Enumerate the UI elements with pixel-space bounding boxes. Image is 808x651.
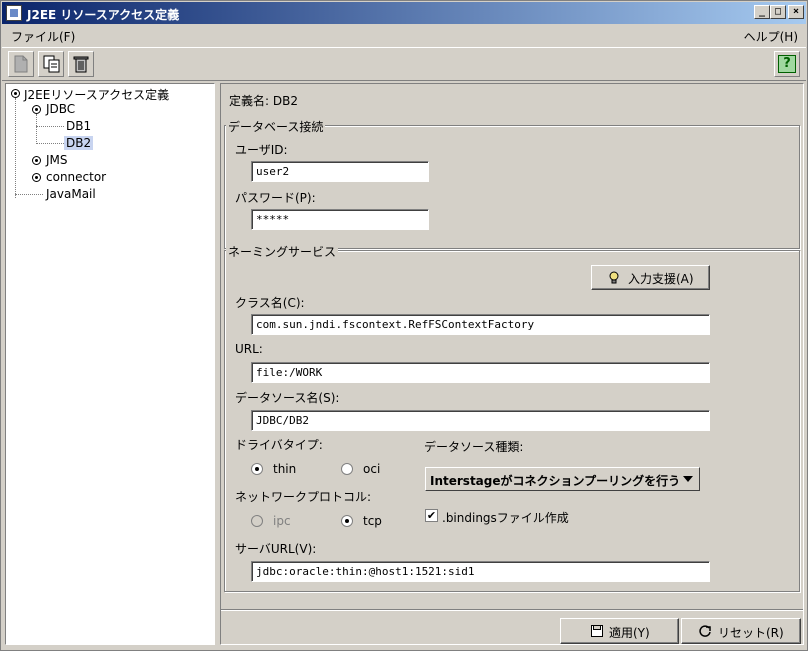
expand-root-icon[interactable] [11,89,20,98]
copy-icon [43,55,60,73]
help-icon: ? [778,55,796,73]
tree-node-db2[interactable]: DB2 [64,136,94,150]
datasource-name-input[interactable]: JDBC/DB2 [251,410,710,431]
expand-jdbc-icon[interactable] [32,105,41,114]
protocol-ipc-label: ipc [273,514,291,528]
datasource-kind-select[interactable]: Interstageがコネクションプーリングを行う [425,467,700,491]
app-icon [6,5,22,21]
expand-connector-icon[interactable] [32,173,41,182]
maximize-button[interactable]: □ [770,5,786,19]
protocol-tcp-radio[interactable] [341,515,353,527]
menu-bar: ファイル(F) ヘルプ(H) [2,25,806,45]
tree-node-jms[interactable]: JMS [46,153,68,167]
tree-node-jdbc[interactable]: JDBC [46,102,75,116]
server-url-label: サーバURL(V): [235,542,317,556]
help-button[interactable]: ? [774,51,800,77]
chevron-down-icon [683,476,693,482]
class-name-label: クラス名(C): [235,296,305,310]
url-label: URL: [235,342,263,356]
detail-panel: 定義名: DB2 データベース接続 ユーザID: user2 パスワード(P):… [220,83,804,645]
reset-button[interactable]: リセット(R) [681,618,801,644]
tree-line [36,126,64,127]
menu-file[interactable]: ファイル(F) [11,28,75,45]
input-assist-button[interactable]: 入力支援(A) [591,265,710,290]
user-id-input[interactable]: user2 [251,161,429,182]
bindings-label: .bindingsファイル作成 [442,511,569,525]
apply-label: 適用(Y) [609,626,650,640]
minimize-button[interactable]: _ [754,5,770,19]
new-button[interactable] [8,51,34,77]
db-connection-group [224,125,800,249]
tree-node-root[interactable]: J2EEリソースアクセス定義 [24,86,169,103]
driver-oci-radio[interactable] [341,463,353,475]
trash-icon [73,56,89,73]
tree-line [36,143,64,144]
tree-line [15,194,43,195]
user-id-label: ユーザID: [235,143,288,157]
network-protocol-label: ネットワークプロトコル: [235,490,372,504]
close-button[interactable]: × [788,5,804,19]
protocol-tcp-label: tcp [363,514,382,528]
expand-jms-icon[interactable] [32,156,41,165]
reset-label: リセット(R) [718,626,784,640]
apply-button[interactable]: 適用(Y) [560,618,679,644]
new-document-icon [14,55,28,73]
button-separator [221,609,803,611]
url-input[interactable]: file:/WORK [251,362,710,383]
server-url-input[interactable]: jdbc:oracle:thin:@host1:1521:sid1 [251,561,710,582]
datasource-kind-label: データソース種類: [424,440,524,454]
copy-button[interactable] [38,51,64,77]
class-name-input[interactable]: com.sun.jndi.fscontext.RefFSContextFacto… [251,314,710,335]
driver-thin-label: thin [273,462,297,476]
tree-node-connector[interactable]: connector [46,170,106,184]
driver-oci-label: oci [363,462,381,476]
lightbulb-icon [609,271,619,284]
datasource-kind-value: Interstageがコネクションプーリングを行う [430,474,681,488]
db-connection-legend: データベース接続 [226,118,326,135]
password-input[interactable]: ***** [251,209,429,230]
application-window: J2EE リソースアクセス定義 _ □ × ファイル(F) ヘルプ(H) ? J… [0,0,808,651]
driver-thin-radio[interactable] [251,463,263,475]
naming-service-legend: ネーミングサービス [226,243,339,260]
title-bar[interactable]: J2EE リソースアクセス定義 _ □ × [2,2,806,24]
input-assist-label: 入力支援(A) [628,272,694,286]
tree-line [15,98,16,198]
reset-icon [699,625,711,637]
bindings-checkbox[interactable]: ✔ [425,509,438,522]
save-icon [591,625,603,637]
definition-name-label: 定義名: DB2 [229,94,298,108]
menu-help[interactable]: ヘルプ(H) [744,28,798,45]
tree-line [36,114,37,144]
window-title: J2EE リソースアクセス定義 [27,8,180,22]
datasource-name-label: データソース名(S): [235,391,340,405]
tree-node-db1[interactable]: DB1 [66,119,91,133]
password-label: パスワード(P): [235,191,316,205]
resource-tree[interactable]: J2EEリソースアクセス定義 JDBC DB1 DB2 JMS connecto… [5,83,215,645]
delete-button[interactable] [68,51,94,77]
toolbar: ? [2,47,806,81]
tree-node-javamail[interactable]: JavaMail [46,187,96,201]
protocol-ipc-radio[interactable] [251,515,263,527]
driver-type-label: ドライバタイプ: [235,438,323,452]
